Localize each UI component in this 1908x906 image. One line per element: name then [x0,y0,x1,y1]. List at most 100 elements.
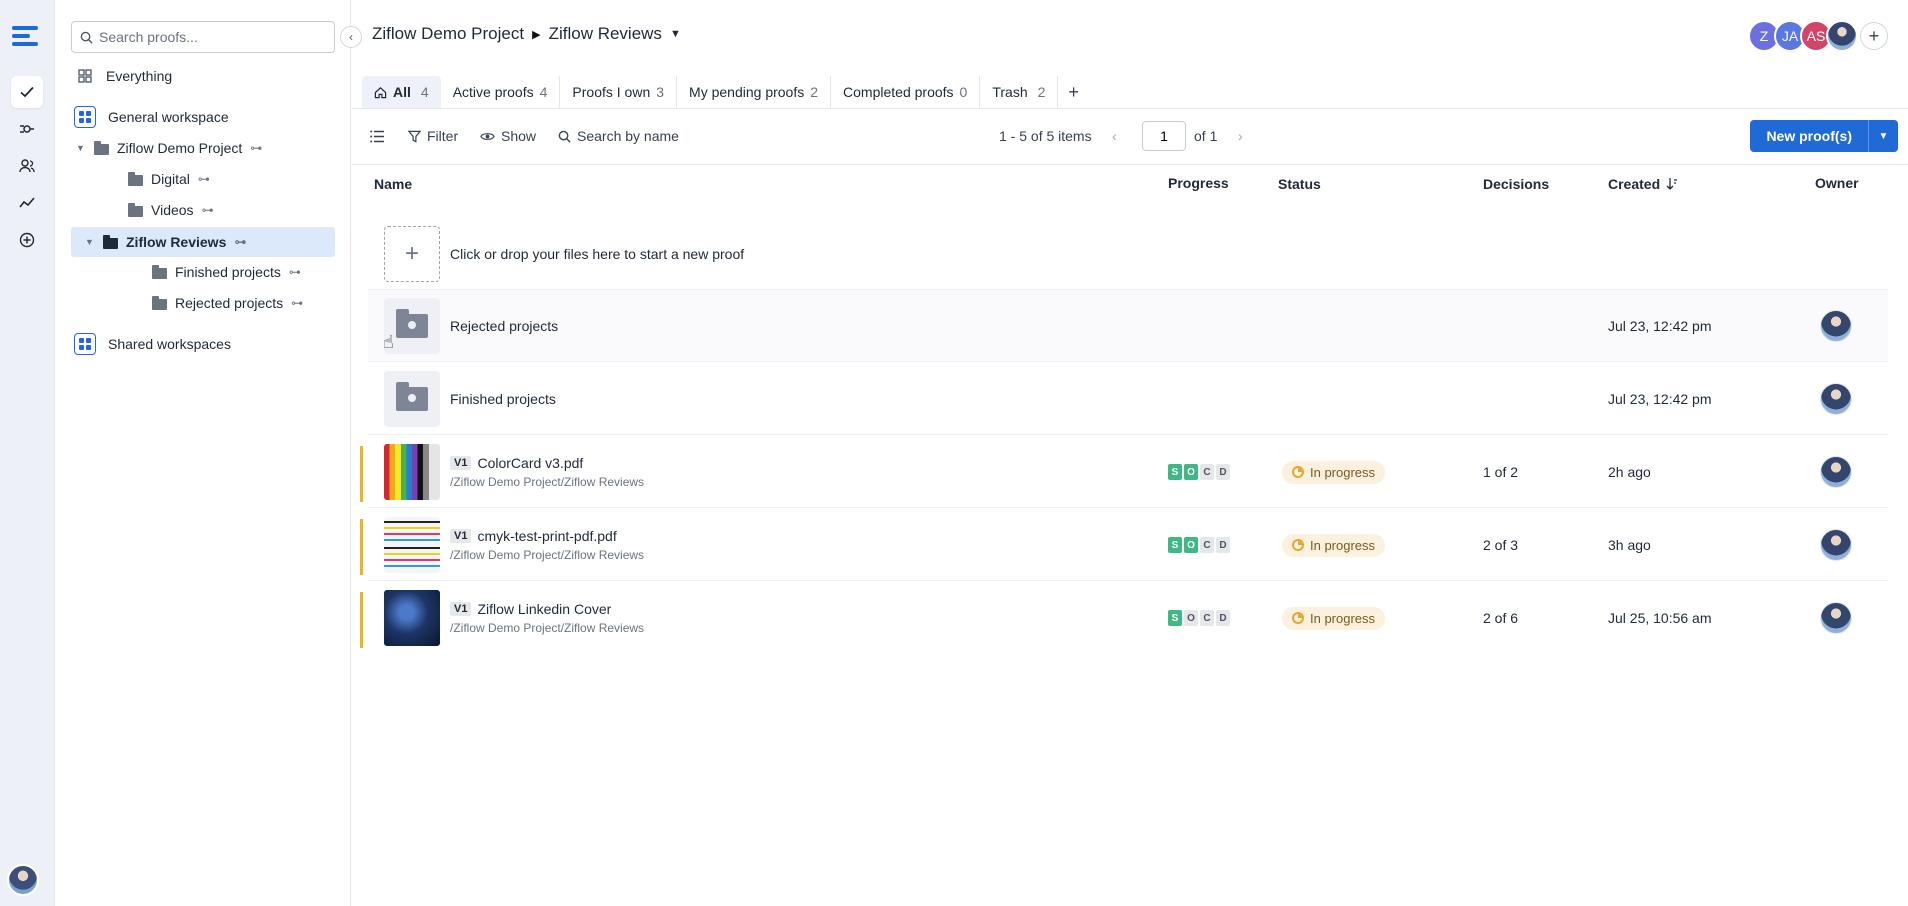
user-avatar[interactable] [7,864,39,896]
tree-item-ziflow-reviews[interactable]: ▼ Ziflow Reviews ⊶ [71,227,335,257]
decisions-cell[interactable]: 1 of 2 [1483,436,1518,508]
column-status[interactable]: Status [1278,176,1321,192]
folder-name[interactable]: Rejected projects [450,318,558,334]
tree-item-rejected-projects[interactable]: Rejected projects ⊶ [152,288,303,318]
proof-name-cell[interactable]: V1 cmyk-test-print-pdf.pdf /Ziflow Demo … [384,509,644,581]
new-proof-dropdown-icon[interactable]: ▼ [1868,120,1898,152]
filter-button[interactable]: Filter [408,118,458,154]
toolbar-divider [352,164,1908,165]
folder-icon [128,171,143,186]
show-button[interactable]: Show [480,118,536,154]
tab-all[interactable]: All 4 [362,76,441,108]
sidebar-item-shared-workspaces[interactable]: Shared workspaces [74,329,231,359]
page-number-input[interactable] [1142,121,1186,151]
proofs-check-icon[interactable] [11,76,43,108]
search-proofs-input[interactable] [99,29,319,45]
link-icon: ⊶ [288,265,301,279]
proof-name-cell[interactable]: V1 ColorCard v3.pdf /Ziflow Demo Project… [384,436,644,508]
avatar[interactable] [1826,20,1858,52]
row-accent-bar [360,592,363,648]
owner-cell [1820,290,1852,362]
folder-name[interactable]: Finished projects [450,391,556,407]
proof-path: /Ziflow Demo Project/Ziflow Reviews [450,548,645,562]
proof-name-cell[interactable]: V1 Ziflow Linkedin Cover /Ziflow Demo Pr… [384,582,644,654]
sort-desc-icon[interactable] [1666,177,1678,191]
caret-down-icon[interactable]: ▼ [76,143,86,153]
proof-thumbnail[interactable] [384,590,440,646]
column-name[interactable]: Name [374,176,412,192]
link-icon: ⊶ [234,235,247,249]
breadcrumb-dropdown-icon[interactable]: ▼ [670,28,681,40]
ziflow-logo-icon[interactable] [12,26,38,50]
status-badge[interactable]: In progress [1282,533,1386,557]
decisions-cell[interactable]: 2 of 3 [1483,509,1518,581]
owner-avatar[interactable] [1820,456,1852,488]
tree-item-ziflow-demo-project[interactable]: ▼ Ziflow Demo Project ⊶ [76,133,262,163]
proof-path: /Ziflow Demo Project/Ziflow Reviews [450,621,645,635]
tab-trash[interactable]: Trash 2 [980,76,1059,108]
add-tab-icon[interactable]: + [1058,82,1089,103]
folder-name-cell[interactable]: Rejected projects [384,290,558,362]
proof-name[interactable]: cmyk-test-print-pdf.pdf [477,528,616,544]
proof-name[interactable]: Ziflow Linkedin Cover [477,601,611,617]
tree-label: Ziflow Reviews [126,234,227,250]
sidebar-item-general-workspace[interactable]: General workspace [74,102,229,132]
owner-avatar[interactable] [1820,602,1852,634]
tree-item-digital[interactable]: Digital ⊶ [128,164,210,194]
workspace-icon [74,333,96,355]
tab-count: 3 [656,84,665,100]
tab-active-proofs[interactable]: Active proofs 4 [441,76,561,108]
column-decisions[interactable]: Decisions [1483,176,1549,192]
drop-zone[interactable]: + Click or drop your files here to start… [384,218,744,290]
created-cell: Jul 25, 10:56 am [1608,610,1712,626]
add-collaborator-icon[interactable]: + [1860,22,1888,50]
table-row-folder[interactable]: Finished projects Jul 23, 12:42 pm [368,363,1888,435]
breadcrumb-current[interactable]: Ziflow Reviews [549,24,662,44]
tab-count: 4 [539,84,548,100]
status-badge[interactable]: In progress [1282,460,1386,484]
breadcrumb-root[interactable]: Ziflow Demo Project [372,24,524,44]
app-root: Everything General workspace ▼ Ziflow De… [0,0,1908,906]
list-view-icon[interactable] [370,118,385,154]
owner-avatar[interactable] [1820,383,1852,415]
reports-trend-icon[interactable] [11,187,43,219]
stage-indicators[interactable]: S O C D [1168,610,1230,626]
status-badge[interactable]: In progress [1282,606,1386,630]
tree-item-finished-projects[interactable]: Finished projects ⊶ [152,257,301,287]
proof-name[interactable]: ColorCard v3.pdf [477,455,583,471]
table-row-proof[interactable]: V1 ColorCard v3.pdf /Ziflow Demo Project… [360,436,1888,508]
owner-avatar[interactable] [1820,310,1852,342]
tab-proofs-i-own[interactable]: Proofs I own 3 [560,76,678,108]
decisions-cell[interactable]: 2 of 6 [1483,582,1518,654]
column-created[interactable]: Created [1608,176,1678,192]
status-label: In progress [1310,537,1376,553]
search-by-name-label: Search by name [577,128,679,144]
proof-thumbnail[interactable] [384,444,440,500]
new-proof-button[interactable]: New proof(s) [1750,120,1868,152]
automation-icon[interactable] [11,113,43,145]
tab-completed-proofs[interactable]: Completed proofs 0 [831,76,981,108]
sidebar-item-everything[interactable]: Everything [78,61,172,91]
proof-thumbnail[interactable] [384,517,440,573]
add-file-plus-icon[interactable]: + [384,226,440,282]
search-by-name-button[interactable]: Search by name [558,118,679,154]
table-row-folder[interactable]: Rejected projects Jul 23, 12:42 pm [368,290,1888,362]
caret-down-icon[interactable]: ▼ [85,237,95,247]
tabs-divider [352,108,1908,109]
tab-count: 2 [1037,84,1046,100]
stage-indicators[interactable]: S O C D [1168,537,1230,553]
drop-zone-row[interactable]: + Click or drop your files here to start… [368,218,1888,290]
tree-item-videos[interactable]: Videos ⊶ [128,195,214,225]
table-row-proof[interactable]: V1 cmyk-test-print-pdf.pdf /Ziflow Demo … [360,509,1888,581]
table-row-proof[interactable]: V1 Ziflow Linkedin Cover /Ziflow Demo Pr… [360,582,1888,654]
folder-name-cell[interactable]: Finished projects [384,363,556,435]
tab-my-pending-proofs[interactable]: My pending proofs 2 [677,76,832,108]
version-badge: V1 [450,529,472,543]
prev-page-icon[interactable]: ‹ [1112,118,1117,154]
owner-avatar[interactable] [1820,529,1852,561]
next-page-icon[interactable]: › [1238,118,1243,154]
contacts-icon[interactable] [11,150,43,182]
collapse-sidebar-chevron-icon[interactable]: ‹ [340,26,362,48]
stage-indicators[interactable]: S O C D [1168,464,1230,480]
add-circle-icon[interactable] [11,224,43,256]
